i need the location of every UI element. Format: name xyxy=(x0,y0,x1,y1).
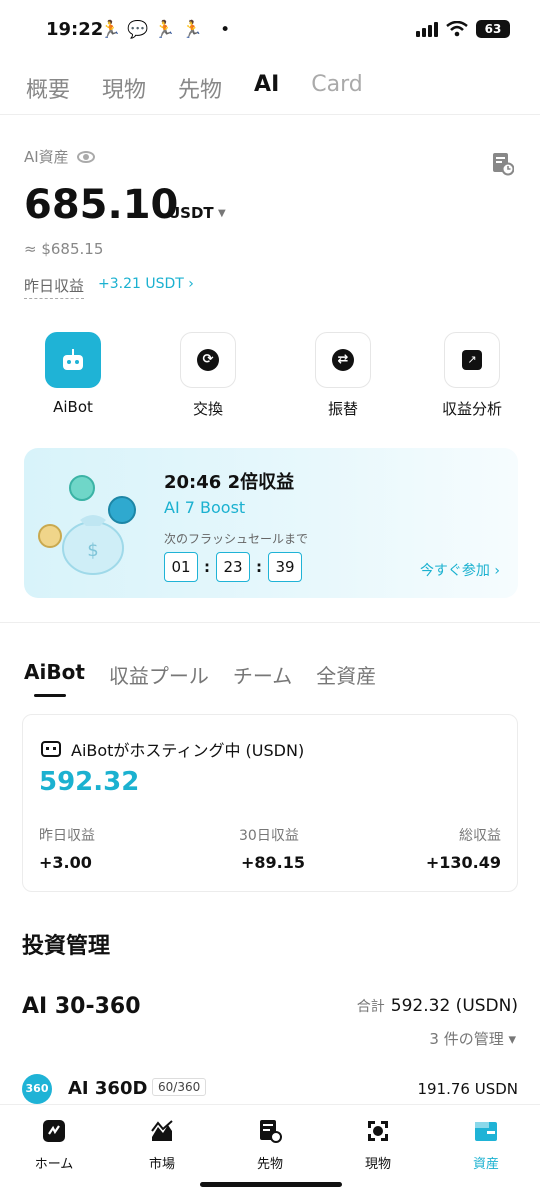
balance-amount: 685.10 xyxy=(24,182,179,228)
shortcut-exchange[interactable]: ⟳ 交換 xyxy=(158,332,258,419)
shortcut-transfer[interactable]: ⇄ 振替 xyxy=(293,332,393,419)
home-indicator[interactable] xyxy=(200,1182,342,1187)
robot-icon xyxy=(45,332,101,388)
balance-approx: ≈ $685.15 xyxy=(24,240,104,258)
spot-icon xyxy=(368,1121,388,1141)
notification-icons: 🏃💬🏃🏃 • xyxy=(100,20,237,40)
nav-futures[interactable]: 先物 xyxy=(230,1119,310,1172)
tab-futures[interactable]: 先物 xyxy=(178,72,222,104)
nav-assets[interactable]: 資産 xyxy=(446,1119,526,1172)
nav-market[interactable]: 市場 xyxy=(122,1119,202,1172)
tab-team[interactable]: チーム xyxy=(233,660,292,689)
promo-banner[interactable]: $ 20:46 2倍収益 AI 7 Boost 次のフラッシュセールまで 01 … xyxy=(24,448,518,598)
stat-value: +89.15 xyxy=(241,853,306,872)
balance-unit[interactable]: USDT xyxy=(168,204,214,222)
status-bar: 19:22 🏃💬🏃🏃 • 63 xyxy=(0,0,540,60)
shortcut-aibot[interactable]: AiBot xyxy=(23,332,123,416)
countdown-timer: 01 : 23 : 39 xyxy=(164,552,302,582)
tab-aibot[interactable]: AiBot xyxy=(24,660,85,697)
timer-hours: 01 xyxy=(164,552,198,582)
wifi-icon xyxy=(446,21,468,37)
futures-icon xyxy=(260,1120,282,1143)
promo-subtitle: AI 7 Boost xyxy=(164,498,246,517)
asset-label: AI資産 xyxy=(24,146,95,167)
nav-home[interactable]: ホーム xyxy=(14,1119,94,1172)
tab-earnings-pool[interactable]: 収益プール xyxy=(109,660,209,689)
aibot-card[interactable]: AiBotがホスティング中 (USDN) 592.32 昨日収益 +3.00 3… xyxy=(22,714,518,892)
timer-seconds: 39 xyxy=(268,552,302,582)
sub-tabs: AiBot 収益プール チーム 全資産 xyxy=(24,660,376,697)
market-icon xyxy=(151,1120,173,1141)
assets-icon xyxy=(475,1122,497,1141)
yesterday-value[interactable]: +3.21 USDT › xyxy=(98,276,194,292)
plan-progress: 60/360 xyxy=(152,1078,207,1096)
stat-label: 総収益 xyxy=(459,828,501,844)
history-icon[interactable] xyxy=(492,152,514,176)
exchange-icon: ⟳ xyxy=(180,332,236,388)
manage-dropdown[interactable]: 3 件の管理 ▾ xyxy=(429,1028,516,1049)
stat-label: 昨日収益 xyxy=(39,828,95,844)
shortcut-analysis[interactable]: ↗ 収益分析 xyxy=(422,332,522,419)
signal-icon xyxy=(416,21,438,37)
svg-text:$: $ xyxy=(87,540,98,561)
tab-ai[interactable]: AI xyxy=(254,72,279,104)
nav-spot[interactable]: 現物 xyxy=(338,1119,418,1172)
hosted-amount: 592.32 xyxy=(39,767,140,797)
status-indicators: 63 xyxy=(416,20,510,38)
chart-icon: ↗ xyxy=(444,332,500,388)
stat-value: +3.00 xyxy=(39,853,92,872)
divider xyxy=(0,622,540,623)
robot-icon xyxy=(41,741,61,757)
tab-spot[interactable]: 現物 xyxy=(102,72,146,104)
battery-icon: 63 xyxy=(476,20,510,38)
transfer-icon: ⇄ xyxy=(315,332,371,388)
tab-all-assets[interactable]: 全資産 xyxy=(316,660,376,689)
tab-overview[interactable]: 概要 xyxy=(26,72,70,104)
stat-label: 30日収益 xyxy=(239,828,299,844)
plan-item-amount: 191.76 USDN xyxy=(417,1080,518,1098)
aibot-card-title: AiBotがホスティング中 (USDN) xyxy=(41,737,304,761)
money-bag-icon: $ xyxy=(38,475,136,575)
caret-down-icon[interactable]: ▼ xyxy=(218,208,226,219)
plan-name: AI 30-360 xyxy=(22,994,141,1019)
status-time: 19:22 xyxy=(46,19,104,40)
yesterday-label[interactable]: 昨日収益 xyxy=(24,275,85,299)
promo-note: 次のフラッシュセールまで xyxy=(164,532,309,546)
list-item[interactable]: 360 AI 360D 60/360 191.76 USDN xyxy=(22,1074,518,1104)
plan-badge-icon: 360 xyxy=(22,1074,52,1104)
join-now-link[interactable]: 今すぐ参加 › xyxy=(420,560,500,580)
eye-icon[interactable] xyxy=(76,150,95,163)
stat-value: +130.49 xyxy=(425,853,501,872)
divider xyxy=(0,114,540,115)
timer-minutes: 23 xyxy=(216,552,250,582)
plan-total: 合計 592.32 (USDN) xyxy=(356,996,518,1016)
home-icon xyxy=(43,1120,65,1142)
section-heading: 投資管理 xyxy=(22,934,111,959)
promo-title: 20:46 2倍収益 xyxy=(164,472,295,493)
plan-item-name: AI 360D xyxy=(68,1078,148,1099)
tab-card[interactable]: Card xyxy=(311,72,362,104)
top-tabs: 概要 現物 先物 AI Card xyxy=(26,72,363,104)
